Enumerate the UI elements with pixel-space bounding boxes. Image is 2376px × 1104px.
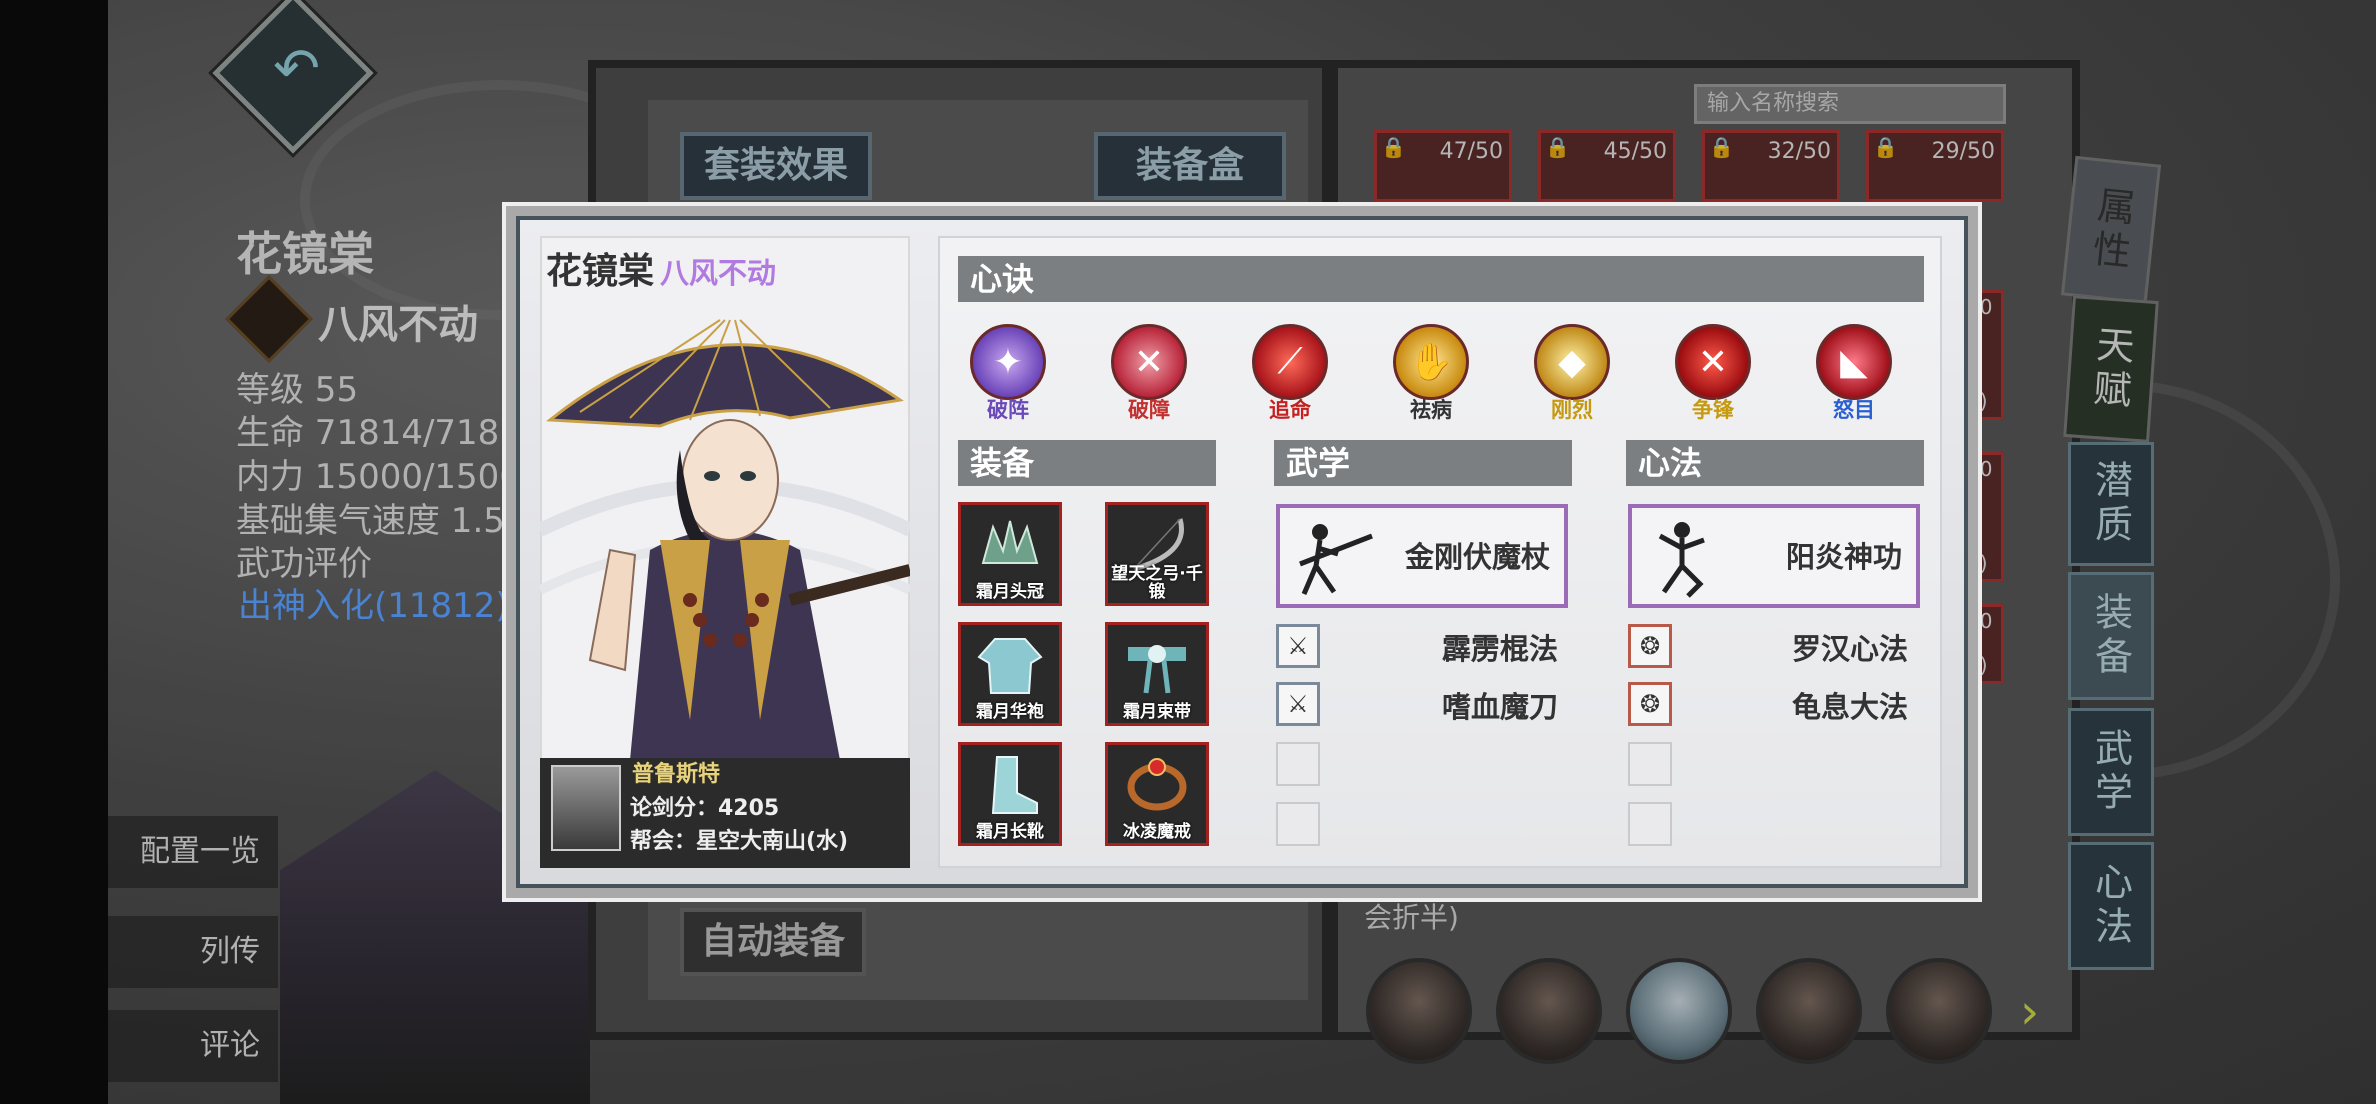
equip-slot-belt[interactable]: 霜月束带 <box>1105 622 1209 726</box>
crown-icon <box>981 520 1039 564</box>
main-mind-skill[interactable]: 阳炎神功 <box>1628 504 1920 608</box>
equip-slot-boots[interactable]: 霜月长靴 <box>958 742 1062 846</box>
staff-skill-icon[interactable]: ⚔ <box>1276 624 1320 668</box>
xinjue-label: 祛病 <box>1410 398 1452 422</box>
xinjue-ganglie-icon[interactable]: ◆ <box>1534 324 1610 400</box>
xinjue-section-title: 心诀 <box>958 256 1924 302</box>
card-style-name: 八风不动 <box>660 256 777 290</box>
mind-sub-skill[interactable]: 龟息大法 <box>1708 684 1908 726</box>
xinjue-label: 破阵 <box>987 398 1029 422</box>
martial-sub-skill[interactable]: 嗜血魔刀 <box>1358 684 1558 726</box>
ring-icon <box>1127 758 1187 811</box>
player-score: 论剑分：4205 <box>630 796 780 821</box>
player-guild: 帮会：星空大南山(水) <box>630 829 849 854</box>
empty-skill-slot[interactable] <box>1276 742 1320 786</box>
equip-slot-head[interactable]: 霜月头冠 <box>958 502 1062 606</box>
xinjue-label: 争锋 <box>1692 398 1734 422</box>
martial-sub-skill[interactable]: 霹雳棍法 <box>1358 626 1558 668</box>
belt-icon <box>1128 645 1186 694</box>
martial-section-title: 武学 <box>1274 440 1572 486</box>
character-illustration <box>540 319 910 760</box>
meditation-fighter-icon <box>1658 522 1705 598</box>
xinjue-zhengfeng-icon[interactable]: ✕ <box>1675 324 1751 400</box>
xinjue-label: 刚烈 <box>1551 398 1593 422</box>
xinjue-label: 怒目 <box>1833 398 1875 422</box>
xinjue-numu-icon[interactable]: ◣ <box>1816 324 1892 400</box>
mind-section-title: 心法 <box>1626 440 1924 486</box>
mind-skill-icon[interactable]: ❂ <box>1628 682 1672 726</box>
empty-skill-slot[interactable] <box>1628 802 1672 846</box>
mind-skill-icon[interactable]: ❂ <box>1628 624 1672 668</box>
card-character-name: 花镜棠 <box>546 251 655 292</box>
xinjue-pozhen-icon[interactable]: ✦ <box>970 324 1046 400</box>
xinjue-pozhang-icon[interactable]: ✕ <box>1111 324 1187 400</box>
xinjue-label: 破障 <box>1128 398 1170 422</box>
equip-slot-ring[interactable]: 冰凌魔戒 <box>1105 742 1209 846</box>
equip-slot-robe[interactable]: 霜月华袍 <box>958 622 1062 726</box>
player-avatar <box>551 765 621 851</box>
main-martial-skill[interactable]: 金刚伏魔杖 <box>1276 504 1568 608</box>
boots-icon <box>991 756 1038 814</box>
robe-icon <box>977 638 1043 694</box>
mind-sub-skill[interactable]: 罗汉心法 <box>1708 626 1908 668</box>
empty-skill-slot[interactable] <box>1276 802 1320 846</box>
xinjue-zhuiming-icon[interactable]: ⟋ <box>1252 324 1328 400</box>
empty-skill-slot[interactable] <box>1628 742 1672 786</box>
staff-fighter-icon <box>1299 524 1373 595</box>
equipment-section-title: 装备 <box>958 440 1216 486</box>
blade-skill-icon[interactable]: ⚔ <box>1276 682 1320 726</box>
xinjue-qubing-icon[interactable]: ✋ <box>1393 324 1469 400</box>
xinjue-label: 追命 <box>1269 398 1311 422</box>
equip-slot-weapon[interactable]: 望天之弓·千锻 <box>1105 502 1209 606</box>
player-name: 普鲁斯特 <box>632 762 721 787</box>
